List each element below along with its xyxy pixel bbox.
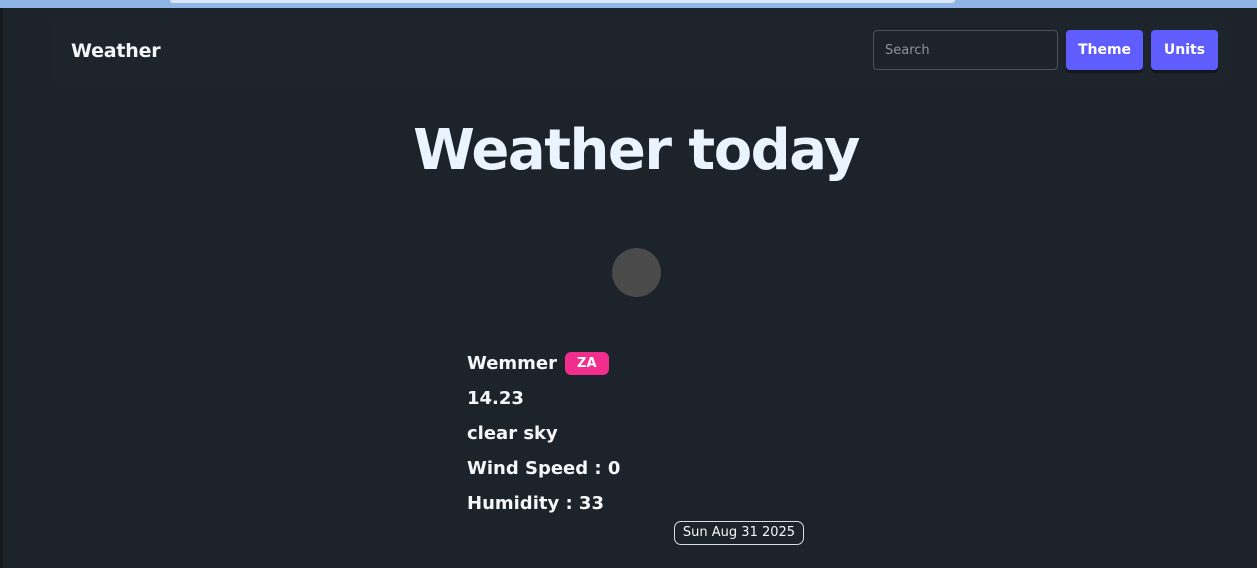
page-title: Weather today (413, 118, 860, 183)
browser-address-bar-edge (170, 0, 955, 3)
units-button[interactable]: Units (1151, 30, 1218, 70)
weather-condition-icon (612, 248, 661, 297)
location-row: Wemmer ZA (467, 346, 807, 381)
search-input[interactable] (873, 30, 1058, 70)
theme-button[interactable]: Theme (1066, 30, 1143, 70)
country-badge: ZA (565, 352, 609, 375)
weather-info: Wemmer ZA 14.23 clear sky Wind Speed : 0… (467, 346, 807, 521)
temperature-value: 14.23 (467, 388, 524, 409)
wind-speed: Wind Speed : 0 (467, 458, 621, 479)
navbar: Weather Theme Units (50, 20, 1228, 82)
brand-title[interactable]: Weather (71, 40, 161, 62)
weather-description: clear sky (467, 423, 558, 444)
city-name: Wemmer (467, 353, 558, 374)
date-badge: Sun Aug 31 2025 (674, 521, 804, 545)
humidity: Humidity : 33 (467, 493, 604, 514)
page-edge (0, 8, 3, 568)
browser-chrome-strip (0, 0, 1257, 8)
